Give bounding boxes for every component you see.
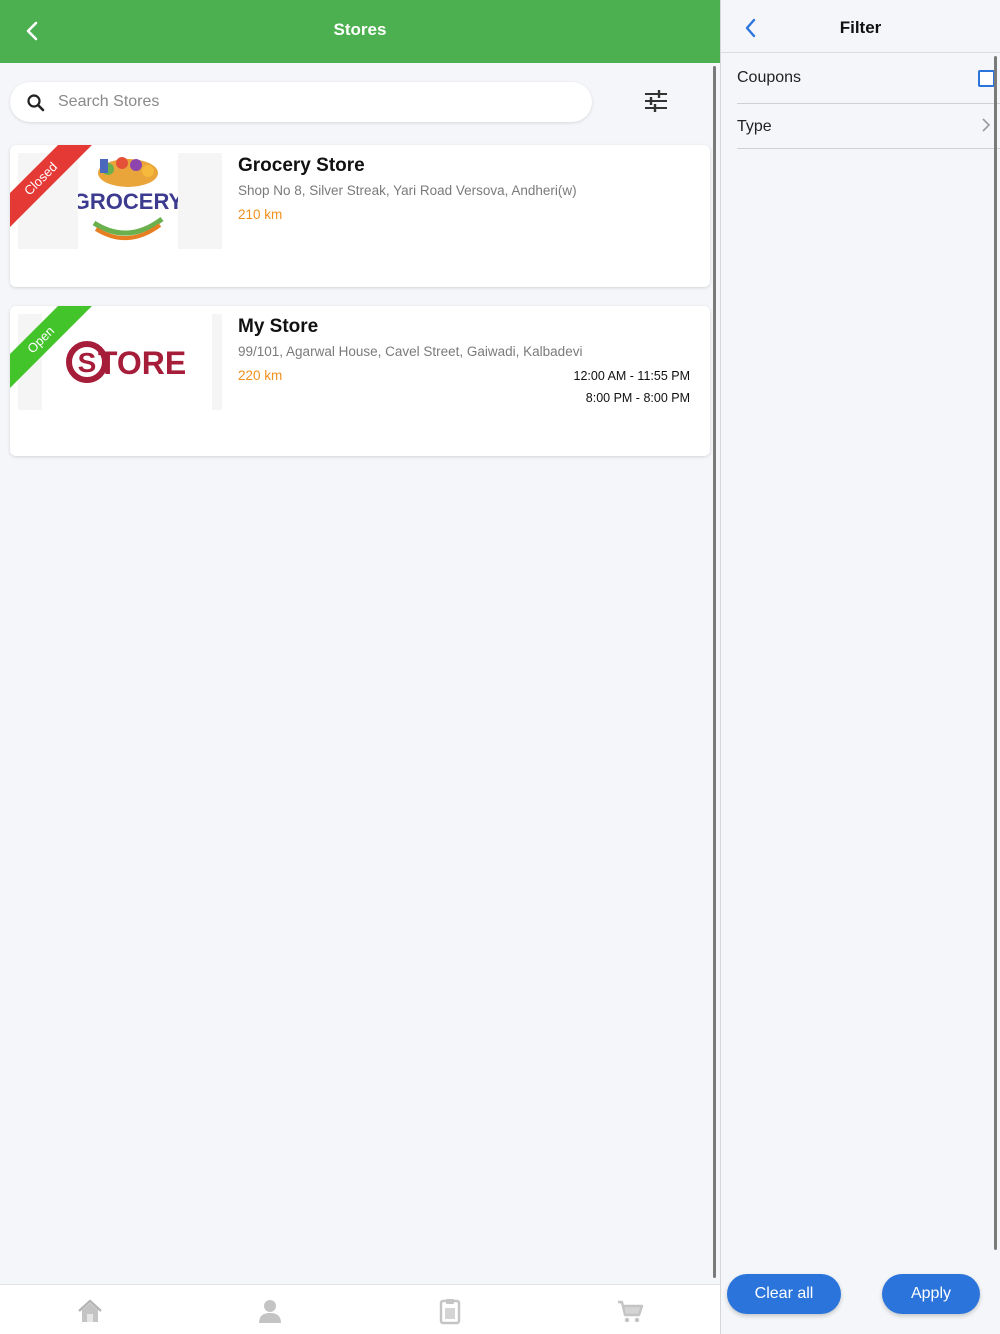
cart-icon[interactable] (616, 1297, 644, 1325)
filter-title: Filter (839, 18, 882, 37)
store-name: My Store (238, 316, 319, 337)
orders-icon[interactable] (436, 1297, 464, 1325)
store-address: Shop No 8, Silver Streak, Yari Road Vers… (238, 183, 577, 198)
chevron-right-icon (982, 118, 991, 132)
profile-icon[interactable] (256, 1297, 284, 1325)
search-icon (27, 94, 45, 112)
store-card[interactable]: GROCERY Closed Grocery Store Shop No 8, … (10, 145, 710, 287)
bottom-tab-bar (0, 1284, 720, 1334)
store-card[interactable]: S TORE Open My Store 99/101, Agarwal Hou… (10, 306, 710, 456)
status-ribbon: Closed (10, 145, 100, 235)
filter-sliders-icon[interactable] (640, 86, 672, 116)
home-icon[interactable] (76, 1297, 104, 1325)
status-badge: Open (10, 306, 96, 395)
store-name: Grocery Store (238, 155, 365, 176)
store-hours: 12:00 AM - 11:55 PM (573, 369, 691, 383)
apply-button[interactable]: Apply (882, 1274, 980, 1314)
status-badge: Closed (10, 145, 96, 234)
filter-panel: Filter Coupons Type Clear all Apply (720, 0, 1000, 1334)
filter-row-coupons[interactable]: Coupons (737, 56, 1000, 104)
clear-all-button[interactable]: Clear all (727, 1274, 841, 1314)
filter-row-label: Coupons (737, 69, 802, 86)
scrollbar[interactable] (713, 66, 716, 1278)
scrollbar[interactable] (994, 56, 997, 1250)
store-hours: 8:00 PM - 8:00 PM (585, 391, 690, 405)
search-input[interactable] (58, 90, 558, 114)
store-distance: 210 km (238, 207, 283, 222)
store-distance: 220 km (238, 368, 283, 383)
store-address: 99/101, Agarwal House, Cavel Street, Gai… (238, 344, 583, 359)
stores-screen: Stores GROCERY (0, 0, 720, 1334)
page-title: Stores (333, 20, 387, 39)
app-header: Stores (0, 0, 720, 63)
filter-row-label: Type (737, 118, 772, 135)
divider (721, 52, 1000, 53)
filter-row-type[interactable]: Type (737, 101, 1000, 149)
search-bar[interactable] (10, 82, 592, 122)
svg-text:TORE: TORE (98, 345, 186, 381)
status-ribbon: Open (10, 306, 100, 396)
coupons-checkbox[interactable] (978, 70, 995, 87)
